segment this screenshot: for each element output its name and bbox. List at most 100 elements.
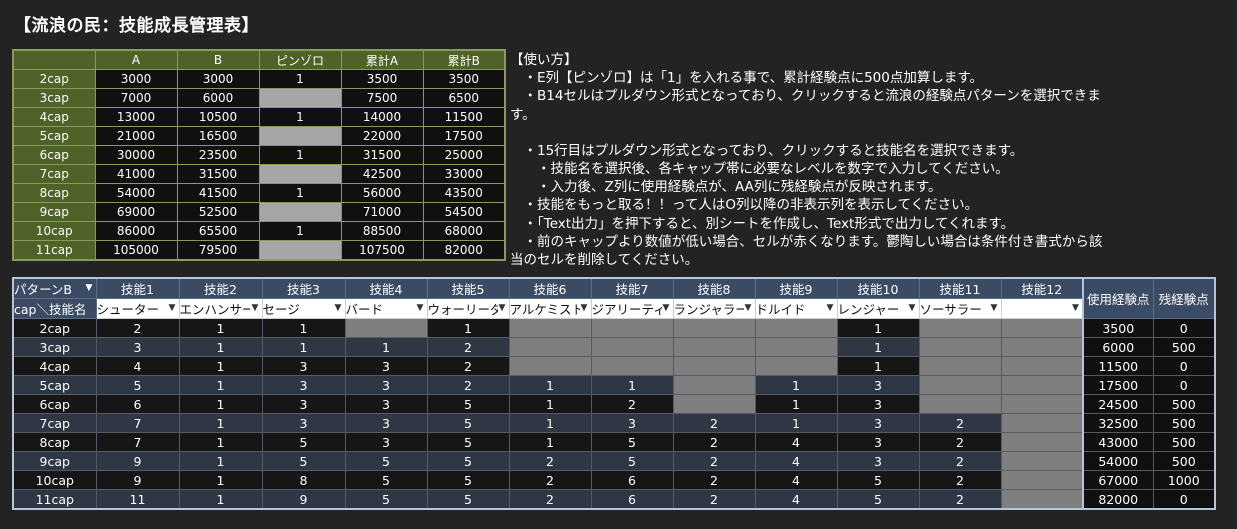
dropdown-arrow-icon[interactable]: ▼ bbox=[84, 280, 95, 296]
skill-level-cell[interactable]: 4 bbox=[754, 451, 838, 471]
skill-level-cell[interactable] bbox=[1000, 489, 1084, 510]
skill-level-cell[interactable]: 2 bbox=[426, 337, 510, 357]
remaining-exp-value[interactable]: 0 bbox=[1152, 356, 1216, 376]
cap-a-value[interactable]: 54000 bbox=[94, 183, 178, 203]
skill-level-cell[interactable] bbox=[1000, 356, 1084, 376]
skill-level-cell[interactable]: 3 bbox=[261, 413, 346, 433]
skill-level-cell[interactable]: 1 bbox=[261, 337, 346, 357]
dropdown-arrow-icon[interactable]: ▼ bbox=[579, 300, 590, 316]
skill-level-cell[interactable]: 11 bbox=[95, 489, 180, 510]
skill-level-cell[interactable] bbox=[1000, 470, 1084, 490]
cap-label[interactable]: 5cap bbox=[12, 126, 96, 146]
skill-level-cell[interactable]: 1 bbox=[590, 375, 674, 395]
skill-level-cell[interactable]: 3 bbox=[344, 432, 428, 452]
cap-a-value[interactable]: 13000 bbox=[94, 107, 178, 127]
skill-level-cell[interactable] bbox=[754, 318, 838, 338]
skill-level-cell[interactable]: 9 bbox=[95, 451, 180, 471]
cap-total-b-value[interactable]: 43500 bbox=[422, 183, 506, 203]
skill-level-cell[interactable] bbox=[590, 318, 674, 338]
skill-level-cell[interactable]: 3 bbox=[261, 394, 346, 414]
skill-level-cell[interactable]: 2 bbox=[672, 432, 756, 452]
skill-level-cell[interactable]: 5 bbox=[426, 451, 510, 471]
cap-pinzoro-value[interactable]: 1 bbox=[258, 145, 342, 165]
cap-total-b-value[interactable]: 82000 bbox=[422, 240, 506, 261]
skill-level-cell[interactable]: 3 bbox=[95, 337, 180, 357]
skill-header[interactable]: 技能2 bbox=[178, 277, 263, 299]
skill-level-cell[interactable] bbox=[1000, 432, 1084, 452]
cap-header-corner[interactable] bbox=[12, 49, 96, 70]
skill-level-cell[interactable] bbox=[672, 318, 756, 338]
used-exp-value[interactable]: 43000 bbox=[1082, 432, 1154, 452]
cap-total-b-value[interactable]: 3500 bbox=[422, 69, 506, 89]
dropdown-arrow-icon[interactable]: ▼ bbox=[743, 300, 754, 316]
cap-b-value[interactable]: 41500 bbox=[176, 183, 260, 203]
skill-level-cell[interactable]: 1 bbox=[426, 318, 510, 338]
skill-level-cell[interactable]: 5 bbox=[426, 413, 510, 433]
cap-label[interactable]: 2cap bbox=[12, 69, 96, 89]
used-exp-value[interactable]: 17500 bbox=[1082, 375, 1154, 395]
skill-level-cell[interactable] bbox=[918, 394, 1002, 414]
skill-header[interactable]: 技能3 bbox=[261, 277, 346, 299]
skill-level-cell[interactable]: 8 bbox=[261, 470, 346, 490]
skill-level-cell[interactable] bbox=[918, 318, 1002, 338]
skill-level-cell[interactable]: 3 bbox=[836, 394, 920, 414]
cap-total-b-value[interactable]: 68000 bbox=[422, 221, 506, 241]
skill-level-cell[interactable]: 6 bbox=[590, 470, 674, 490]
remaining-exp-value[interactable]: 500 bbox=[1152, 337, 1216, 357]
skill-row-cap-label[interactable]: 8cap bbox=[12, 432, 97, 452]
skill-level-cell[interactable]: 2 bbox=[672, 413, 756, 433]
used-exp-value[interactable]: 3500 bbox=[1082, 318, 1154, 338]
skill-header[interactable]: 技能11 bbox=[918, 277, 1002, 299]
remaining-exp-value[interactable]: 0 bbox=[1152, 318, 1216, 338]
skill-level-cell[interactable] bbox=[590, 356, 674, 376]
used-exp-value[interactable]: 82000 bbox=[1082, 489, 1154, 510]
dropdown-arrow-icon[interactable]: ▼ bbox=[415, 300, 426, 316]
cap-total-a-value[interactable]: 71000 bbox=[340, 202, 424, 222]
skill-level-cell[interactable]: 1 bbox=[508, 413, 592, 433]
cap-pinzoro-value[interactable] bbox=[258, 240, 342, 261]
used-exp-value[interactable]: 24500 bbox=[1082, 394, 1154, 414]
skill-level-cell[interactable]: 1 bbox=[178, 318, 263, 338]
skill-row-cap-label[interactable]: 5cap bbox=[12, 375, 97, 395]
skill-header[interactable]: 技能1 bbox=[95, 277, 180, 299]
skill-level-cell[interactable]: 5 bbox=[426, 470, 510, 490]
cap-b-value[interactable]: 16500 bbox=[176, 126, 260, 146]
cap-a-value[interactable]: 105000 bbox=[94, 240, 178, 261]
dropdown-arrow-icon[interactable]: ▼ bbox=[989, 300, 1000, 316]
skill-level-cell[interactable]: 5 bbox=[261, 451, 346, 471]
skill-header[interactable]: 技能8 bbox=[672, 277, 756, 299]
skill-level-cell[interactable]: 1 bbox=[178, 451, 263, 471]
used-exp-header[interactable]: 使用経験点 bbox=[1082, 277, 1154, 319]
cap-a-value[interactable]: 86000 bbox=[94, 221, 178, 241]
skill-level-cell[interactable]: 3 bbox=[836, 375, 920, 395]
skill-level-cell[interactable]: 2 bbox=[918, 413, 1002, 433]
dropdown-arrow-icon[interactable]: ▼ bbox=[907, 300, 918, 316]
remaining-exp-value[interactable]: 0 bbox=[1152, 375, 1216, 395]
skill-level-cell[interactable] bbox=[754, 337, 838, 357]
cap-b-value[interactable]: 31500 bbox=[176, 164, 260, 184]
skill-level-cell[interactable]: 5 bbox=[590, 432, 674, 452]
cap-total-b-value[interactable]: 54500 bbox=[422, 202, 506, 222]
skill-level-cell[interactable] bbox=[672, 337, 756, 357]
cap-label[interactable]: 9cap bbox=[12, 202, 96, 222]
skill-level-cell[interactable]: 1 bbox=[178, 489, 263, 510]
skill-level-cell[interactable]: 5 bbox=[261, 432, 346, 452]
skill-row-cap-label[interactable]: 7cap bbox=[12, 413, 97, 433]
skill-level-cell[interactable]: 2 bbox=[508, 451, 592, 471]
skill-level-cell[interactable]: 5 bbox=[836, 489, 920, 510]
skill-level-cell[interactable]: 1 bbox=[178, 470, 263, 490]
skill-level-cell[interactable] bbox=[672, 394, 756, 414]
dropdown-arrow-icon[interactable]: ▼ bbox=[167, 300, 178, 316]
skill-level-cell[interactable]: 3 bbox=[261, 356, 346, 376]
cap-pinzoro-value[interactable] bbox=[258, 126, 342, 146]
skill-level-cell[interactable]: 3 bbox=[590, 413, 674, 433]
cap-header-a[interactable]: A bbox=[94, 49, 178, 70]
cap-b-value[interactable]: 52500 bbox=[176, 202, 260, 222]
skill-row-cap-label[interactable]: 10cap bbox=[12, 470, 97, 490]
skill-level-cell[interactable] bbox=[918, 337, 1002, 357]
skill-level-cell[interactable]: 5 bbox=[426, 394, 510, 414]
skill-level-cell[interactable]: 3 bbox=[344, 394, 428, 414]
cap-a-value[interactable]: 69000 bbox=[94, 202, 178, 222]
skill-level-cell[interactable]: 3 bbox=[344, 375, 428, 395]
skill-level-cell[interactable]: 5 bbox=[836, 470, 920, 490]
